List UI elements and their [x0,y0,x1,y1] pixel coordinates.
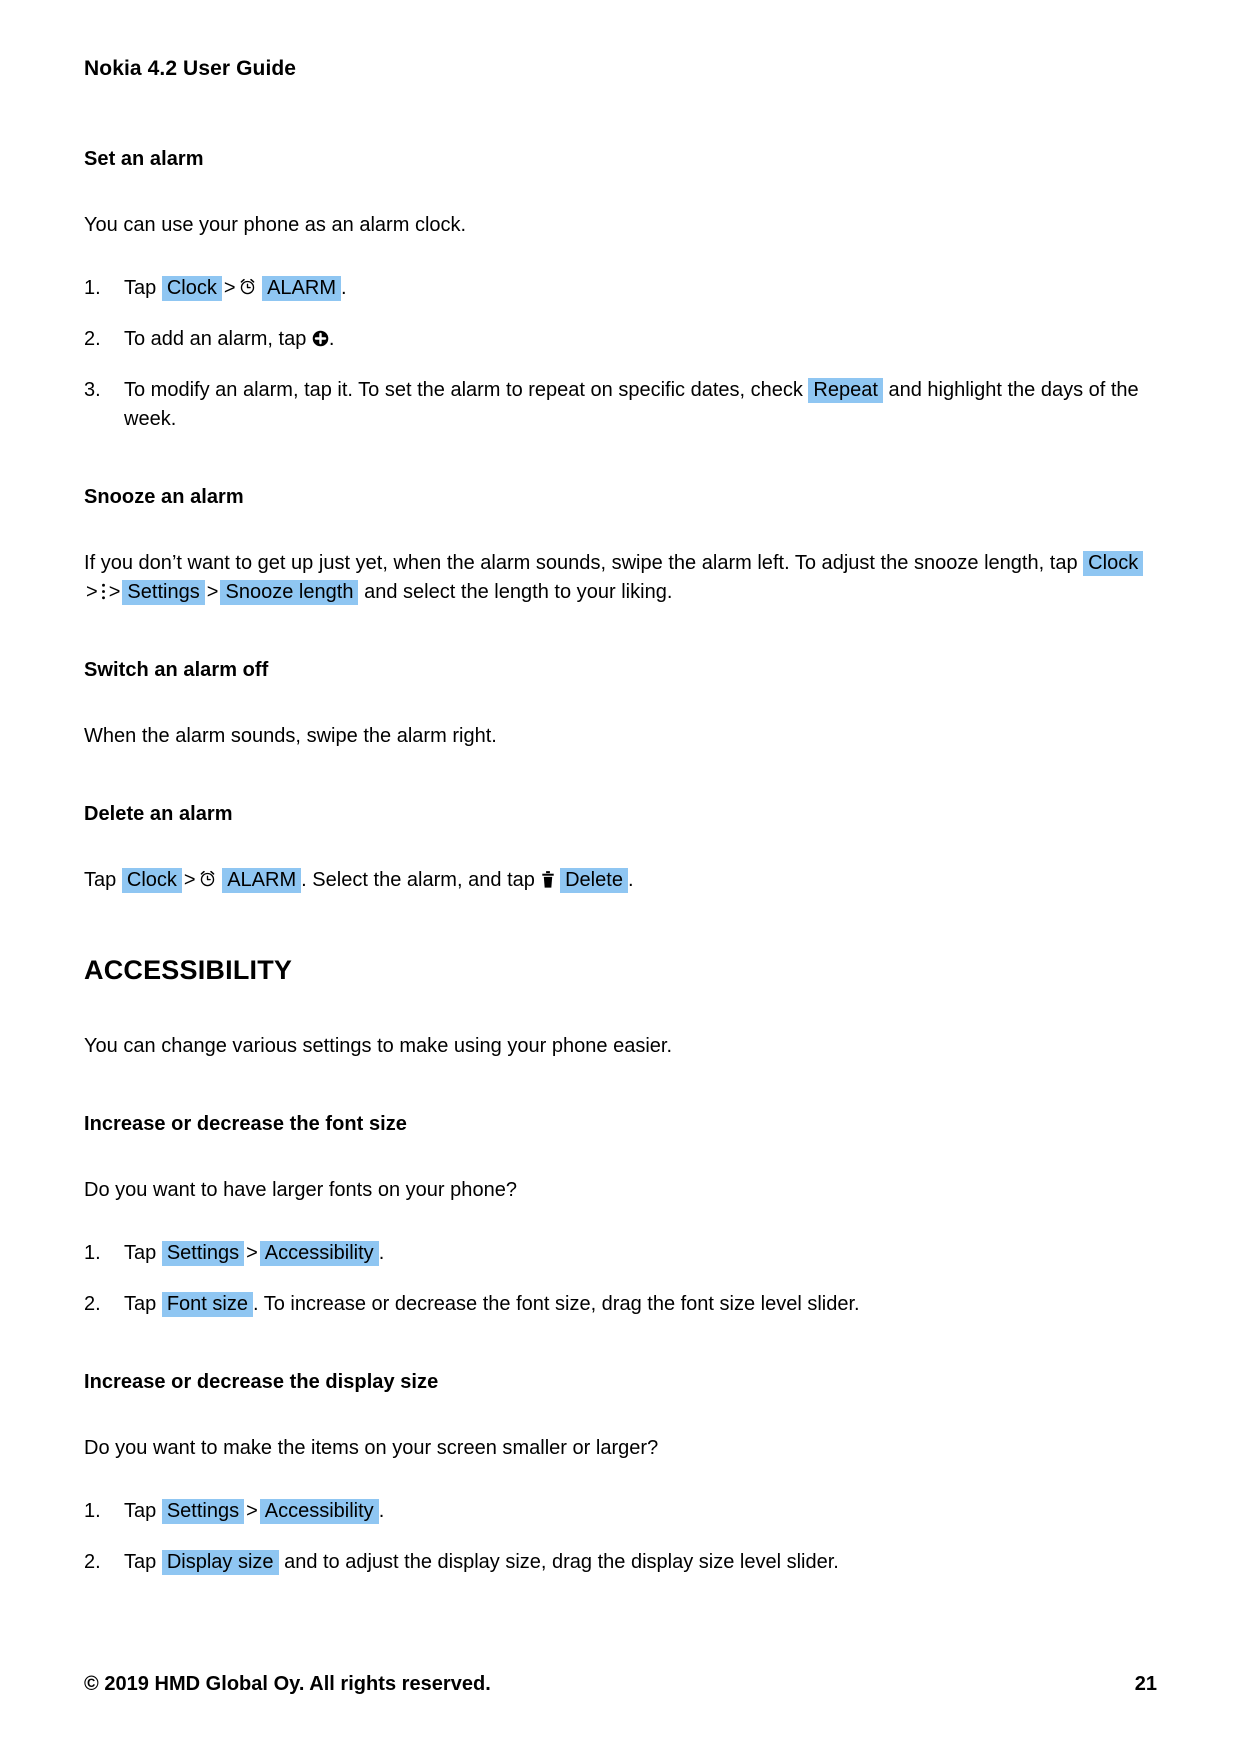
step-text-post: and to adjust the display size, drag the… [284,1551,839,1574]
list-item: Tap Font size. To increase or decrease t… [84,1290,1157,1319]
display-size-intro: Do you want to make the items on your sc… [84,1437,659,1460]
step-separator: > [108,581,121,604]
step-text-post: . [340,277,347,300]
accessibility-intro: You can change various settings to make … [84,1035,673,1058]
list-item: To modify an alarm, tap it. To set the a… [84,376,1157,434]
overflow-menu-icon[interactable] [100,582,107,601]
heading-accessibility: ACCESSIBILITY [84,955,293,986]
step-text-post: . [378,1242,385,1265]
step-separator: > [183,869,196,892]
step-text-pre: Tap [124,1500,157,1523]
ui-reference-repeat[interactable]: Repeat [808,378,883,404]
snooze-text-part-1: If you don’t want to get up just yet, wh… [84,552,1078,575]
document-header-title: Nokia 4.2 User Guide [84,57,297,80]
heading-switch-an-alarm-off: Switch an alarm off [84,659,269,682]
list-item: Tap Settings > Accessibility. [84,1497,1157,1526]
step-text-pre: Tap [124,1551,157,1574]
heading-delete-an-alarm: Delete an alarm [84,803,233,826]
alarm-clock-icon [238,277,257,296]
list-item: Tap Clock > ALARM. [84,274,1157,303]
switch-alarm-off-text: When the alarm sounds, swipe the alarm r… [84,725,497,748]
alarm-clock-icon [198,869,217,888]
trash-icon[interactable] [541,870,555,889]
footer-page-number: 21 [1134,1673,1157,1695]
ui-reference-alarm-tab[interactable]: ALARM [222,868,302,894]
list-item: To add an alarm, tap . [84,325,1157,354]
delete-text-mid: . Select the alarm, and tap [301,869,535,892]
heading-increase-decrease-font-size: Increase or decrease the font size [84,1113,407,1136]
step-text-pre: To modify an alarm, tap it. To set the a… [124,379,803,402]
document-body: Set an alarm You can use your phone as a… [84,146,1157,1577]
heading-increase-decrease-display-size: Increase or decrease the display size [84,1371,439,1394]
heading-set-an-alarm: Set an alarm [84,148,204,171]
list-item: Tap Settings > Accessibility. [84,1239,1157,1268]
delete-text-post: . [627,869,634,892]
delete-text-pre: Tap [84,869,117,892]
ui-reference-alarm-tab[interactable]: ALARM [262,276,341,302]
ui-reference-delete[interactable]: Delete [560,868,628,894]
font-size-intro: Do you want to have larger fonts on your… [84,1179,517,1202]
ui-reference-accessibility[interactable]: Accessibility [259,1241,379,1267]
footer-copyright: © 2019 HMD Global Oy. All rights reserve… [84,1673,491,1695]
font-size-step-list: Tap Settings > Accessibility. Tap Font siz… [84,1239,1157,1319]
list-item: Tap Display size and to adjust the displ… [84,1548,1157,1577]
ui-reference-clock[interactable]: Clock [161,276,222,302]
step-separator: > [246,1242,258,1265]
snooze-alarm-text: If you don’t want to get up just yet, wh… [84,549,1157,607]
ui-reference-font-size[interactable]: Font size [161,1292,253,1318]
heading-snooze-an-alarm: Snooze an alarm [84,486,244,509]
step-separator: > [246,1500,258,1523]
step-text-pre: Tap [124,277,157,300]
step-text-pre: To add an alarm, tap [124,328,307,351]
step-text-pre: Tap [124,1293,157,1316]
snooze-text-part-2: and select the length to your liking. [364,581,673,604]
delete-alarm-text: Tap Clock > ALARM. Select the alarm, and … [84,866,1157,895]
ui-reference-clock[interactable]: Clock [121,868,182,894]
step-text-post: . [378,1500,385,1523]
ui-reference-settings[interactable]: Settings [161,1499,245,1525]
ui-reference-settings[interactable]: Settings [122,580,205,606]
set-alarm-intro: You can use your phone as an alarm clock… [84,214,467,237]
ui-reference-snooze-length[interactable]: Snooze length [220,580,359,606]
step-text-pre: Tap [124,1242,157,1265]
set-alarm-step-list: Tap Clock > ALARM. To add an alarm, tap .… [84,274,1157,434]
step-text-post: . To increase or decrease the font size,… [252,1293,860,1316]
step-separator: > [206,581,219,604]
step-separator: > [223,277,236,300]
ui-reference-accessibility[interactable]: Accessibility [259,1499,379,1525]
ui-reference-settings[interactable]: Settings [161,1241,245,1267]
ui-reference-clock[interactable]: Clock [1083,551,1144,577]
document-page: Nokia 4.2 User Guide Set an alarm You ca… [0,0,1241,1754]
add-circle-icon[interactable] [312,330,329,347]
display-size-step-list: Tap Settings > Accessibility. Tap Display … [84,1497,1157,1577]
ui-reference-display-size[interactable]: Display size [161,1550,279,1576]
step-separator: > [86,581,98,604]
page-footer: © 2019 HMD Global Oy. All rights reserve… [84,1673,1157,1696]
step-text-post: . [328,328,335,351]
